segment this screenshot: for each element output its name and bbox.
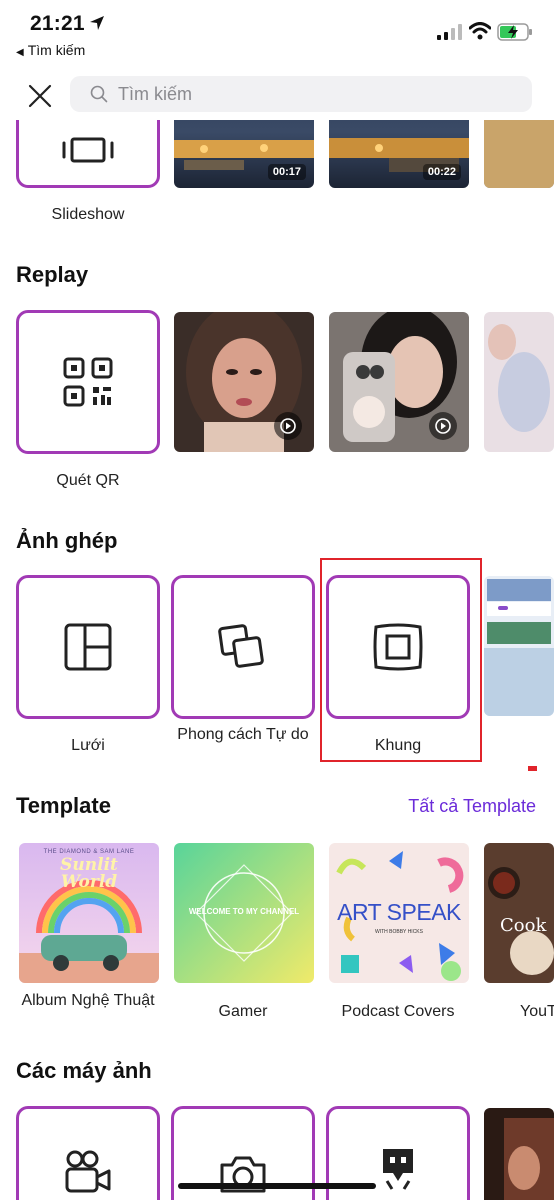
qr-code-icon	[63, 357, 113, 407]
slideshow-label: Slideshow	[51, 206, 125, 223]
replay-item-2[interactable]	[329, 312, 469, 452]
character-icon	[383, 1149, 413, 1190]
selection-highlight-box	[320, 558, 482, 762]
search-icon	[90, 85, 108, 103]
battery-charging-icon	[497, 23, 532, 41]
status-bar: 21:21 ◀ Tìm kiếm	[0, 0, 554, 62]
template-title: Template	[16, 793, 111, 818]
video-duration: 00:17	[267, 164, 306, 180]
grid-layout-icon	[64, 623, 112, 671]
video-camera-icon	[65, 1150, 111, 1193]
template-art-title: Sunlit World	[60, 855, 118, 892]
template-youtube[interactable]: Cook	[484, 843, 554, 983]
back-app-label: Tìm kiếm	[27, 42, 86, 58]
replay-icon	[274, 412, 302, 440]
back-to-app-link[interactable]: ◀ Tìm kiếm	[16, 42, 85, 58]
template-gamer[interactable]: WELCOME TO MY CHANNEL	[174, 843, 314, 983]
see-all-templates-link[interactable]: Tất cả Template	[408, 796, 536, 817]
collage-freestyle-tile[interactable]	[171, 575, 315, 719]
template-label-youtube: YouT	[520, 1003, 554, 1020]
collage-grid-label: Lưới	[71, 737, 105, 754]
template-art-title: Cook	[500, 915, 547, 936]
video-duration: 00:22	[422, 164, 461, 180]
home-indicator	[178, 1183, 376, 1189]
camera-video-tile[interactable]	[16, 1106, 160, 1200]
template-art-title: ART SPEAK	[337, 899, 461, 925]
collage-freestyle-label: Phong cách Tự do	[177, 726, 309, 743]
cameras-title: Các máy ảnh	[16, 1058, 152, 1083]
template-podcast-covers[interactable]: ART SPEAK WITH BOBBY HICKS	[329, 843, 469, 983]
replay-item-1[interactable]	[174, 312, 314, 452]
freestyle-layout-icon	[218, 624, 264, 668]
video-thumbnail	[484, 120, 554, 188]
template-label-podcast: Podcast Covers	[341, 1003, 455, 1020]
search-bar[interactable]	[70, 76, 532, 112]
portrait-thumbnail	[484, 312, 554, 452]
collage-grid-tile[interactable]	[16, 575, 160, 719]
template-label-album: Album Nghệ Thuật	[21, 992, 155, 1009]
template-art-subtitle: WITH BOBBY HICKS	[375, 929, 423, 935]
template-album-art[interactable]: THE DIAMOND & SAM LANE Sunlit World	[19, 843, 159, 983]
collage-preview	[484, 576, 554, 716]
camera-preview	[484, 1108, 554, 1200]
scan-qr-label: Quét QR	[56, 472, 120, 489]
template-preview	[484, 843, 554, 983]
replay-icon	[429, 412, 457, 440]
collage-title: Ảnh ghép	[16, 528, 118, 553]
replay-item-3[interactable]	[484, 312, 554, 452]
close-icon[interactable]	[24, 80, 56, 112]
template-label-gamer: Gamer	[218, 1003, 268, 1020]
replay-title: Replay	[16, 262, 89, 287]
slideshow-icon	[62, 137, 114, 163]
red-marker	[528, 766, 537, 771]
back-triangle-icon: ◀	[16, 47, 24, 58]
clock: 21:21	[30, 12, 85, 35]
search-header	[0, 68, 554, 120]
wifi-icon	[469, 22, 491, 40]
collage-sample-thumbnail[interactable]	[484, 576, 554, 716]
camera-sample-thumbnail[interactable]	[484, 1108, 554, 1200]
cellular-signal-icon	[437, 24, 462, 40]
location-arrow-icon	[90, 16, 104, 30]
slideshow-tile[interactable]	[16, 120, 160, 188]
slideshow-video-3[interactable]	[484, 120, 554, 188]
scan-qr-tile[interactable]	[16, 310, 160, 454]
slideshow-video-1[interactable]: 00:17	[174, 120, 314, 188]
slideshow-video-2[interactable]: 00:22	[329, 120, 469, 188]
content-area[interactable]: 00:17 00:22 Slideshow Replay Quét QR Ảnh…	[0, 120, 554, 1200]
template-art-title: WELCOME TO MY CHANNEL	[188, 907, 300, 916]
search-input[interactable]	[118, 76, 518, 112]
